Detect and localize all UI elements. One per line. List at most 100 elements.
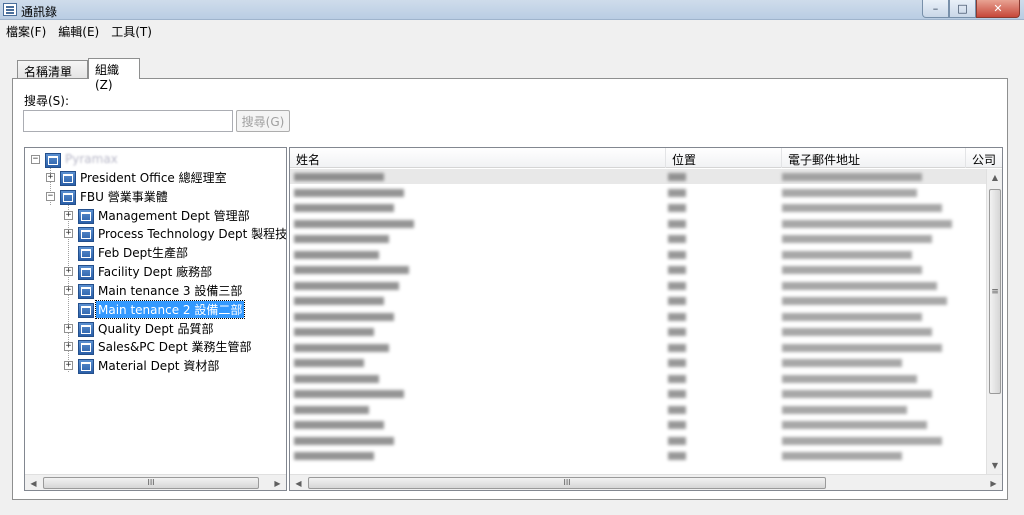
list-vertical-scrollbar[interactable]: ▲ ≡ ▼ (986, 169, 1002, 474)
search-label: 搜尋(S): (24, 94, 70, 108)
minimize-button[interactable]: – (922, 0, 949, 18)
list-row[interactable] (290, 293, 987, 308)
list-row[interactable] (290, 200, 987, 215)
column-header-email[interactable]: 電子郵件地址 (782, 148, 966, 168)
expand-icon[interactable]: + (46, 172, 55, 182)
list-header: 姓名 位置 電子郵件地址 公司 (290, 148, 1002, 168)
list-row[interactable] (290, 433, 987, 448)
tree-node-fbu[interactable]: − FBU 營業事業體 (46, 187, 170, 205)
tree-node-sales-pc[interactable]: + Sales&PC Dept 業務生管部 (64, 337, 254, 355)
list-row[interactable] (290, 247, 987, 262)
tree-node-maintenance-2[interactable]: Main tenance 2 設備二部 (77, 299, 246, 319)
contact-name-redacted (294, 421, 384, 429)
tree-node-president-office[interactable]: + President Office 總經理室 (46, 168, 229, 186)
contact-location-redacted (668, 374, 686, 383)
list-row[interactable] (290, 371, 987, 386)
contact-location-redacted (668, 173, 686, 181)
scrollbar-thumb[interactable]: III (43, 477, 259, 489)
tree-node-maintenance-3[interactable]: + Main tenance 3 設備三部 (64, 281, 244, 299)
contact-location-redacted (668, 235, 686, 243)
list-horizontal-scrollbar[interactable]: ◀ III ▶ (290, 474, 1002, 490)
org-unit-icon (77, 358, 94, 374)
tree-node-management[interactable]: + Management Dept 管理部 (64, 206, 252, 224)
list-body (290, 169, 987, 474)
scroll-down-icon[interactable]: ▼ (987, 457, 1002, 474)
column-header-company[interactable]: 公司 (966, 148, 1002, 168)
tab-organization[interactable]: 組織(Z) (88, 58, 140, 92)
member-list[interactable]: 姓名 位置 電子郵件地址 公司 ▲ ≡ ▼ ◀ III ▶ (289, 147, 1003, 491)
list-row[interactable] (290, 448, 987, 463)
expand-icon[interactable]: + (64, 285, 73, 295)
contact-location-redacted (668, 452, 686, 460)
org-unit-icon (77, 208, 94, 224)
list-row[interactable] (290, 417, 987, 432)
list-row[interactable] (290, 278, 987, 293)
contact-name-redacted (294, 250, 379, 259)
scrollbar-thumb[interactable]: ≡ (989, 189, 1001, 394)
list-row[interactable] (290, 340, 987, 355)
org-unit-icon (59, 189, 76, 205)
contact-name-redacted (294, 173, 384, 181)
list-row[interactable] (290, 262, 987, 277)
tree-root[interactable]: − Pyramax (31, 150, 120, 168)
org-unit-icon (77, 339, 94, 355)
list-row[interactable] (290, 324, 987, 339)
contact-name-redacted (294, 204, 394, 212)
scroll-up-icon[interactable]: ▲ (987, 169, 1002, 186)
contact-email-redacted (782, 374, 917, 383)
expand-icon[interactable]: + (64, 266, 73, 276)
expand-icon[interactable]: + (64, 323, 73, 333)
contact-location-redacted (668, 405, 686, 414)
scroll-right-icon[interactable]: ▶ (269, 475, 286, 490)
contact-name-redacted (294, 343, 389, 352)
list-row[interactable] (290, 355, 987, 370)
collapse-icon[interactable]: − (46, 191, 55, 201)
tree-node-label: Management Dept 管理部 (98, 208, 250, 223)
org-tree[interactable]: − Pyramax + President Office 總經理室 − FBU … (24, 147, 287, 491)
org-unit-icon (77, 226, 94, 242)
contact-name-redacted (294, 188, 404, 197)
tree-node-process-technology[interactable]: + Process Technology Dept 製程技術 (64, 224, 286, 242)
search-input[interactable] (23, 110, 233, 132)
scroll-right-icon[interactable]: ▶ (985, 475, 1002, 490)
tree-node-material[interactable]: + Material Dept 資材部 (64, 356, 221, 374)
tree-node-quality[interactable]: + Quality Dept 品質部 (64, 319, 215, 337)
tree-node-feb[interactable]: Feb Dept生產部 (77, 243, 190, 261)
list-row[interactable] (290, 169, 987, 184)
scrollbar-thumb[interactable]: III (308, 477, 826, 489)
expand-icon[interactable]: + (64, 360, 73, 370)
maximize-button[interactable]: □ (949, 0, 976, 18)
list-row[interactable] (290, 309, 987, 324)
org-unit-icon (77, 264, 94, 280)
tree-horizontal-scrollbar[interactable]: ◀ III ▶ (25, 474, 286, 490)
list-row[interactable] (290, 185, 987, 200)
contact-location-redacted (668, 421, 686, 429)
collapse-icon[interactable]: − (31, 154, 40, 164)
menu-file[interactable]: 檔案(F) (0, 21, 52, 39)
tree-node-label: Main tenance 3 設備三部 (98, 283, 243, 298)
tree-node-label: Sales&PC Dept 業務生管部 (98, 339, 252, 354)
scroll-left-icon[interactable]: ◀ (25, 475, 42, 490)
menu-tools[interactable]: 工具(T) (105, 21, 158, 39)
contact-email-redacted (782, 219, 952, 228)
list-row[interactable] (290, 231, 987, 246)
tree-node-facility[interactable]: + Facility Dept 廠務部 (64, 262, 214, 280)
search-button[interactable]: 搜尋(G) (236, 110, 290, 132)
list-row[interactable] (290, 402, 987, 417)
expand-icon[interactable]: + (64, 228, 73, 238)
contact-email-redacted (782, 281, 937, 290)
column-header-name[interactable]: 姓名 (290, 148, 666, 168)
list-row[interactable] (290, 216, 987, 231)
column-header-location[interactable]: 位置 (666, 148, 782, 168)
contact-name-redacted (294, 219, 414, 228)
menu-edit[interactable]: 編輯(E) (52, 21, 105, 39)
expand-icon[interactable]: + (64, 210, 73, 220)
tab-name-list[interactable]: 名稱清單(M) (17, 60, 88, 94)
contact-name-redacted (294, 281, 399, 290)
contact-name-redacted (294, 297, 384, 305)
scroll-left-icon[interactable]: ◀ (290, 475, 307, 490)
list-row[interactable] (290, 386, 987, 401)
contact-location-redacted (668, 266, 686, 274)
expand-icon[interactable]: + (64, 341, 73, 351)
close-button[interactable]: ✕ (976, 0, 1020, 18)
